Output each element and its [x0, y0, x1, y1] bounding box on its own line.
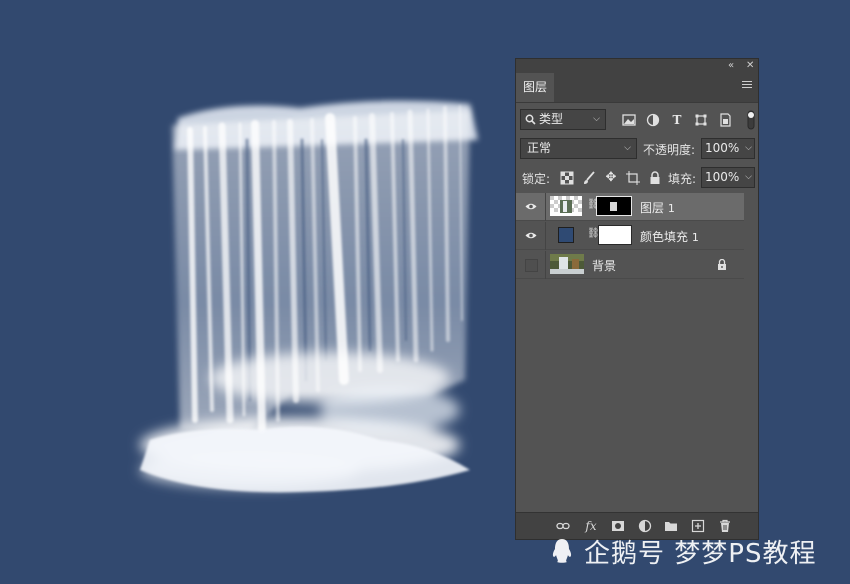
visibility-toggle[interactable] — [516, 222, 546, 250]
panel-title-bar: « ✕ — [516, 59, 758, 73]
opacity-input[interactable]: 100% ⌵ — [701, 138, 755, 159]
filter-row: 类型 ⌵ T — [516, 109, 758, 133]
adjustment-layer-icon[interactable] — [638, 519, 652, 533]
hidden-visibility-box — [525, 259, 538, 272]
fill-value: 100% — [705, 170, 740, 184]
fx-icon[interactable]: fx — [584, 519, 598, 533]
filter-smartobject-icon[interactable] — [718, 113, 732, 127]
fill-input[interactable]: 100% ⌵ — [701, 167, 755, 188]
layer-mask-thumbnail[interactable] — [598, 225, 632, 245]
chevron-down-icon: ⌵ — [624, 143, 631, 153]
layer-row-color-fill[interactable]: ⛓ 颜色填充 1 — [516, 222, 744, 250]
lock-transparent-pixels-icon[interactable] — [560, 171, 574, 185]
visibility-toggle[interactable] — [516, 193, 546, 221]
filter-toggle-switch[interactable] — [747, 110, 755, 130]
layer-list: ⛓ 图层 1 ⛓ 颜色填充 1 背景 — [516, 193, 758, 483]
lock-artboard-icon[interactable] — [626, 171, 640, 185]
chevron-down-icon: ⌵ — [593, 114, 600, 124]
filter-adjustment-icon[interactable] — [646, 113, 660, 127]
link-layers-icon[interactable] — [556, 519, 570, 533]
fill-label: 填充: — [668, 172, 697, 186]
penguin-logo-icon — [552, 539, 572, 563]
layer-mask-thumbnail[interactable] — [596, 196, 632, 216]
layer-row-background[interactable]: 背景 — [516, 251, 744, 279]
close-panel-icon[interactable]: ✕ — [746, 59, 754, 73]
new-layer-icon[interactable] — [691, 519, 705, 533]
trash-icon[interactable] — [718, 519, 732, 533]
layers-panel: « ✕ 图层 类型 ⌵ T 正常 ⌵ 不透明度: 100% ⌵ 锁定: ✥ 填充… — [515, 58, 759, 540]
watermark-text: 企鹅号 梦梦PS教程 — [584, 539, 817, 569]
filter-shape-icon[interactable] — [694, 113, 708, 127]
layer-name: 背景 — [592, 259, 617, 273]
blend-mode-select[interactable]: 正常 ⌵ — [520, 138, 637, 159]
chevron-down-icon: ⌵ — [745, 143, 752, 153]
blend-mode-value: 正常 — [527, 141, 552, 155]
panel-menu-icon[interactable] — [742, 81, 752, 91]
add-mask-icon[interactable] — [611, 519, 625, 533]
chevron-down-icon: ⌵ — [745, 172, 752, 182]
eye-icon — [525, 203, 537, 210]
layer-row-layer1[interactable]: ⛓ 图层 1 — [516, 193, 744, 221]
filter-kind-value: 类型 — [539, 112, 564, 126]
panel-tab-bar: 图层 — [516, 73, 758, 103]
opacity-value: 100% — [705, 141, 740, 155]
lock-all-icon[interactable] — [648, 171, 662, 185]
lock-icon — [718, 259, 726, 270]
layer-name: 颜色填充 1 — [640, 230, 699, 244]
filter-kind-select[interactable]: 类型 ⌵ — [520, 109, 606, 130]
lock-label: 锁定: — [522, 172, 551, 186]
visibility-toggle[interactable] — [516, 251, 546, 279]
canvas-waterfall-image — [140, 100, 478, 493]
search-icon — [525, 114, 536, 125]
lock-row: 锁定: ✥ 填充: 100% ⌵ — [516, 167, 758, 191]
lock-image-pixels-icon[interactable] — [582, 171, 596, 185]
layer-thumbnail — [550, 196, 582, 216]
color-fill-swatch[interactable] — [558, 227, 574, 243]
filter-pixel-icon[interactable] — [622, 113, 636, 127]
opacity-label: 不透明度: — [643, 143, 696, 157]
filter-type-icon[interactable]: T — [670, 113, 684, 127]
lock-position-icon[interactable]: ✥ — [604, 171, 618, 185]
folder-icon[interactable] — [664, 519, 678, 533]
blend-row: 正常 ⌵ 不透明度: 100% ⌵ — [516, 138, 758, 162]
layer-thumbnail — [550, 254, 584, 274]
layer-name: 图层 1 — [640, 201, 675, 215]
eye-icon — [525, 232, 537, 239]
tab-layers[interactable]: 图层 — [516, 73, 554, 102]
collapse-panel-icon[interactable]: « — [728, 59, 734, 73]
